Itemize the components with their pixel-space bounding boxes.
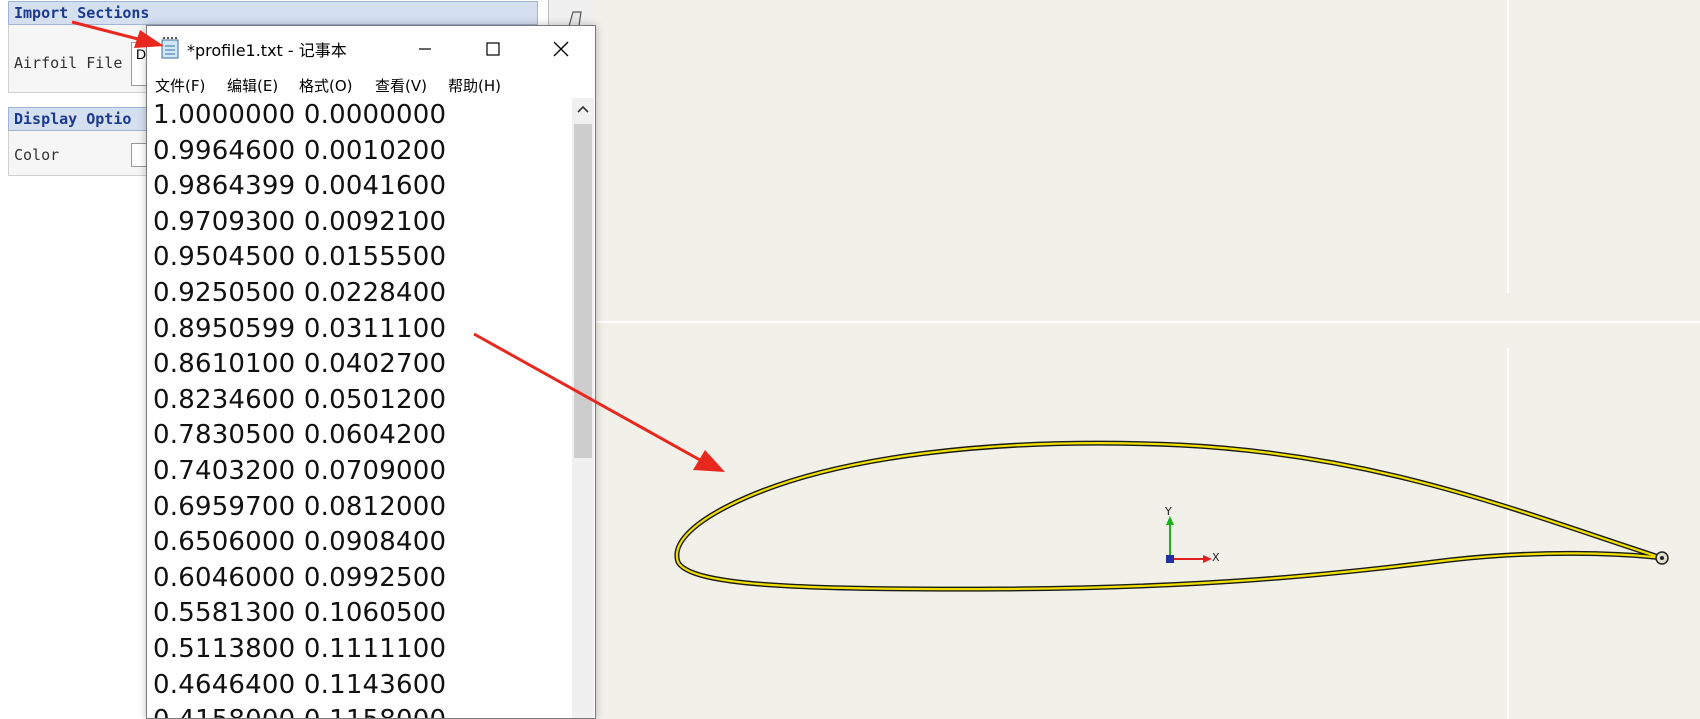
notepad-window: *profile1.txt - 记事本 文件(F) 编辑(E) 格式(O) 查看… (146, 25, 596, 719)
text-line: 0.8610100 0.0402700 (153, 349, 447, 380)
text-line: 0.6506000 0.0908400 (153, 527, 447, 558)
text-line: 0.9504500 0.0155500 (153, 242, 447, 273)
text-line: 0.9864399 0.0041600 (153, 171, 447, 202)
text-line: 0.8234600 0.0501200 (153, 384, 447, 415)
text-line: 0.7403200 0.0709000 (153, 455, 447, 486)
menu-view[interactable]: 查看(V) (375, 75, 427, 96)
menu-help[interactable]: 帮助(H) (448, 75, 501, 96)
scroll-up-button[interactable] (572, 98, 594, 120)
close-button[interactable] (527, 26, 595, 71)
minimize-icon (419, 47, 431, 50)
menu-format[interactable]: 格式(O) (299, 75, 353, 96)
text-line: 0.9250500 0.0228400 (153, 277, 447, 308)
notepad-menubar: 文件(F) 编辑(E) 格式(O) 查看(V) 帮助(H) (147, 72, 595, 97)
text-line: 0.6046000 0.0992500 (153, 562, 447, 593)
axis-y-label: Y (1165, 505, 1172, 518)
axis-x-label: X (1212, 551, 1220, 564)
text-line: 0.8950599 0.0311100 (153, 313, 447, 344)
text-line: 0.5581300 0.1060500 (153, 598, 447, 629)
text-line: 0.4646400 0.1143600 (153, 669, 447, 700)
text-line: 1.0000000 0.0000000 (153, 100, 447, 130)
menu-file[interactable]: 文件(F) (155, 75, 205, 96)
maximize-button[interactable] (459, 26, 527, 71)
text-line: 0.9709300 0.0092100 (153, 206, 447, 237)
trailing-edge-point-icon[interactable] (1655, 551, 1669, 565)
notepad-icon (161, 37, 179, 59)
triad-icon (1166, 516, 1212, 563)
scrollbar-thumb[interactable] (574, 124, 592, 458)
scroll-up-icon (577, 105, 589, 113)
vertical-scrollbar[interactable] (572, 98, 594, 718)
text-line: 0.9964600 0.0010200 (153, 135, 447, 166)
close-icon (553, 41, 569, 56)
notepad-titlebar[interactable]: *profile1.txt - 记事本 (147, 26, 595, 71)
notepad-text-area[interactable]: 1.0000000 0.0000000 0.9964600 0.0010200 … (153, 98, 573, 718)
text-line: 0.5113800 0.1111100 (153, 633, 447, 664)
text-line: 0.7830500 0.0604200 (153, 420, 447, 451)
text-line: 0.4158000 0.1158000 (153, 703, 573, 718)
text-line: 0.6959700 0.0812000 (153, 491, 447, 522)
maximize-icon (486, 41, 500, 56)
notepad-title: *profile1.txt - 记事本 (187, 41, 347, 60)
minimize-button[interactable] (391, 26, 459, 71)
menu-edit[interactable]: 编辑(E) (227, 75, 278, 96)
